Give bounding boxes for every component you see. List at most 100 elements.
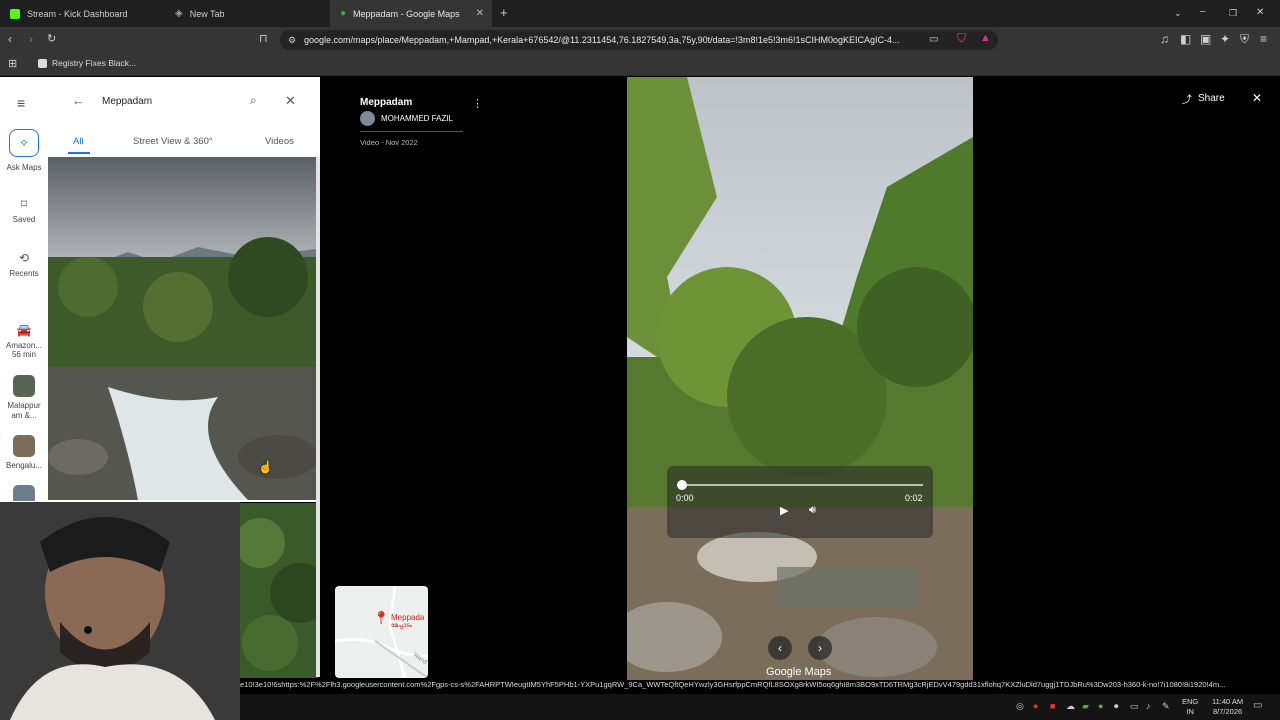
tab-street-view[interactable]: Street View & 360° — [133, 136, 213, 147]
minimize-icon[interactable]: – — [1200, 6, 1206, 18]
recent-sublabel: 56 min — [11, 350, 36, 359]
apps-grid-icon[interactable]: ⊞ — [8, 58, 17, 70]
new-tab-icon[interactable]: + — [500, 6, 508, 19]
language-indicator[interactable]: ENG IN — [1182, 697, 1198, 717]
brave-favicon-icon: ◈ — [175, 8, 183, 19]
tray-mic2-icon[interactable]: ⏺ — [1114, 701, 1119, 712]
notifications-icon[interactable]: ▭ — [1253, 700, 1262, 711]
recent-item-amazon[interactable]: 🚘 Amazon... 56 min — [0, 323, 48, 359]
back-arrow-icon[interactable]: ← — [72, 93, 85, 108]
tray-status-icon[interactable]: ● — [1098, 701, 1103, 711]
language-code: ENG — [1182, 697, 1199, 706]
author-link[interactable]: MOHAMMED FAZIL — [360, 111, 453, 126]
tab-videos[interactable]: Videos — [265, 136, 294, 147]
photo-thumbnail-trees[interactable] — [240, 503, 318, 678]
brave-rewards-icon[interactable]: ▲ — [980, 32, 991, 44]
clock-time: 11:40 AM — [1212, 697, 1244, 706]
share-icon: ⤴ — [1182, 95, 1192, 106]
next-media-button[interactable]: › — [808, 636, 832, 660]
bookmark-icon: ⌑ — [20, 197, 28, 211]
google-maps-watermark: Google Maps — [766, 666, 832, 678]
total-time: 0:02 — [905, 493, 923, 503]
close-tab-icon[interactable]: ✕ — [476, 8, 484, 19]
bookmarks-bar: ⊞ Registry Fixes Black... — [0, 53, 1280, 76]
recent-item-bengaluru[interactable]: Bengalu... — [0, 435, 48, 470]
tray-icon[interactable]: ◎ — [1016, 701, 1024, 712]
clock[interactable]: 11:40 AM 8/7/2026 — [1212, 697, 1243, 717]
photo-thumbnail-river[interactable] — [48, 157, 316, 500]
chevron-left-icon: ‹ — [778, 641, 782, 655]
menu-icon[interactable]: ≡ — [1260, 33, 1267, 45]
tab-all[interactable]: All — [73, 136, 84, 147]
tab-kick-dashboard[interactable]: Stream - Kick Dashboard — [0, 0, 165, 27]
tray-volume-icon[interactable]: ♪ — [1146, 701, 1151, 711]
back-icon[interactable]: ‹ — [8, 33, 12, 45]
seek-handle[interactable] — [677, 480, 687, 490]
webcam-overlay — [0, 502, 240, 720]
search-input[interactable]: Meppadam — [102, 96, 152, 107]
sidebar-icon[interactable]: ◧ — [1180, 33, 1191, 45]
map-place-label: Meppada — [391, 613, 425, 622]
share-button[interactable]: ⤴ Share — [1182, 91, 1225, 106]
recents-label: Recents — [9, 269, 39, 278]
tab-title: New Tab — [189, 8, 225, 19]
recent-item-malappuram[interactable]: Malappur am &... — [0, 375, 48, 421]
video-player[interactable] — [627, 77, 973, 680]
site-info-icon[interactable]: ⚙ — [288, 34, 296, 46]
wallet-icon[interactable]: ▣ — [1200, 33, 1211, 45]
tab-google-maps[interactable]: ● Meppadam - Google Maps ✕ — [330, 0, 492, 27]
video-meta: Video - Nov 2022 — [360, 138, 418, 147]
tray-mic-icon[interactable]: ● — [1033, 701, 1038, 711]
hamburger-menu-icon[interactable]: ≡ — [17, 95, 25, 111]
forward-icon[interactable]: › — [29, 33, 33, 45]
close-viewer-icon[interactable]: ✕ — [1252, 91, 1262, 105]
tab-title: Meppadam - Google Maps — [353, 8, 460, 19]
url-text: google.com/maps/place/Meppadam,+Mampad,+… — [304, 35, 900, 45]
search-icon[interactable]: ⌕ — [250, 93, 257, 108]
restore-icon[interactable]: ❐ — [1229, 7, 1237, 19]
kick-favicon-icon — [10, 8, 20, 19]
window-close-icon[interactable]: ✕ — [1256, 7, 1264, 19]
ask-maps-label: Ask Maps — [6, 163, 42, 172]
region-code: IN — [1186, 707, 1194, 716]
status-url: e10!3e10!6shttps:%2F%2Flh3.googleusercon… — [240, 680, 1226, 689]
cast-icon[interactable]: ▭ — [929, 34, 938, 46]
tray-pen-icon[interactable]: ✎ — [1162, 701, 1170, 712]
reload-icon[interactable]: ↻ — [47, 33, 56, 45]
media-icon[interactable]: ♫ — [1160, 33, 1169, 45]
leo-ai-icon[interactable]: ✦ — [1220, 33, 1230, 45]
chevron-right-icon: › — [818, 641, 822, 655]
tab-new-tab[interactable]: ◈ New Tab — [165, 0, 330, 27]
tab-search-chevron-icon[interactable]: ⌄ — [1174, 7, 1182, 19]
vpn-icon[interactable]: ⛨ — [1240, 33, 1249, 45]
address-bar[interactable]: ⚙ google.com/maps/place/Meppadam,+Mampad… — [280, 30, 998, 50]
mini-map[interactable]: 📍︎ Meppada മേപ്പാടം Wand — [335, 586, 428, 678]
maps-nav-rail: ≡ ✧ Ask Maps ⌑ Saved ⟲ Recents 🚘 Amazon.… — [0, 77, 48, 502]
avatar — [360, 111, 375, 126]
more-options-icon[interactable]: ⋮ — [472, 97, 483, 110]
tray-display-icon[interactable]: ▭ — [1130, 701, 1139, 712]
recent-label: Malappur am &... — [7, 401, 41, 420]
active-tab-indicator — [68, 152, 90, 154]
tray-app-icon[interactable]: ▰ — [1082, 701, 1089, 712]
tray-cloud-icon[interactable]: ☁ — [1066, 701, 1075, 712]
bookmark-page-icon[interactable]: ⊓ — [259, 33, 268, 45]
clear-search-icon[interactable]: ✕ — [285, 93, 296, 109]
divider — [360, 131, 463, 132]
rail-ask-maps[interactable]: ✧ Ask Maps — [0, 129, 48, 172]
search-bar: ← Meppadam ⌕ ✕ — [58, 87, 310, 115]
volume-icon[interactable]: 🔊︎ — [809, 504, 816, 517]
location-pin-icon: 📍︎ — [373, 610, 390, 625]
previous-media-button[interactable]: ‹ — [768, 636, 792, 660]
recent-thumbnail — [13, 435, 35, 457]
rail-saved[interactable]: ⌑ Saved — [0, 197, 48, 224]
play-icon[interactable]: ▶ — [780, 504, 788, 517]
seek-bar[interactable] — [677, 484, 923, 486]
bookmark-item[interactable]: Registry Fixes Black... — [38, 58, 136, 68]
brave-shields-icon[interactable]: ⛉ — [957, 32, 966, 44]
author-name: MOHAMMED FAZIL — [381, 114, 454, 123]
tray-recording-icon[interactable]: ■ — [1050, 701, 1055, 711]
recent-label: Amazon... — [5, 341, 42, 350]
recent-thumbnail[interactable] — [13, 485, 35, 501]
rail-recents[interactable]: ⟲ Recents — [0, 251, 48, 278]
